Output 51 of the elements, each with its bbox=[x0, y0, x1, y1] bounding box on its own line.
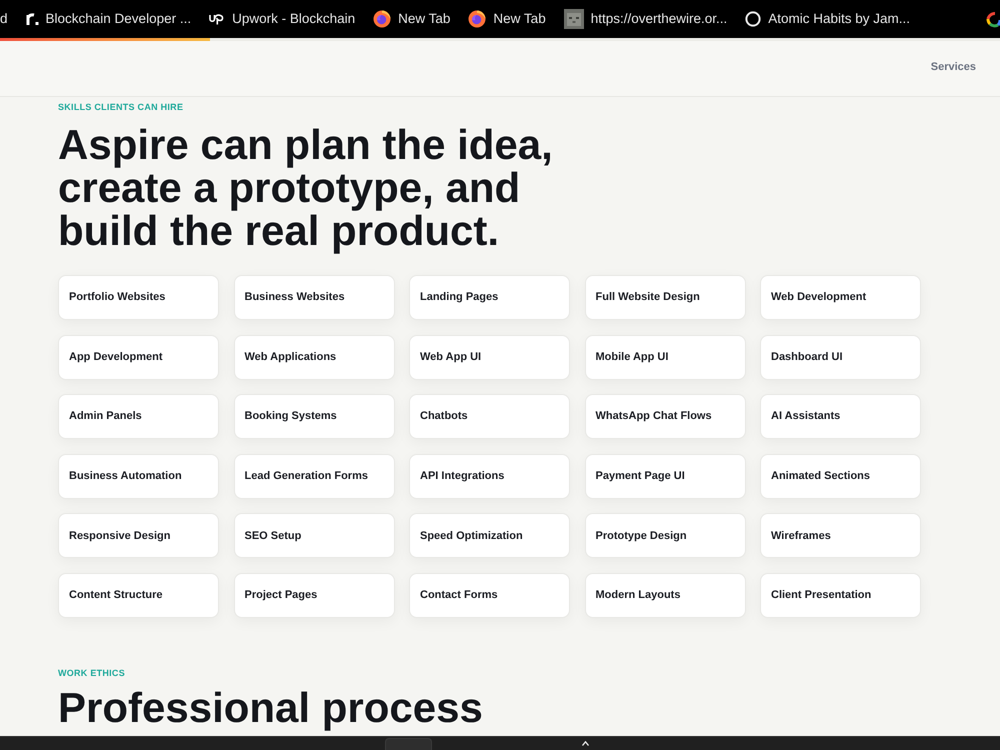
skill-card: Speed Optimization bbox=[409, 513, 570, 558]
skill-card: Modern Layouts bbox=[584, 572, 746, 618]
bookmark-link[interactable]: Upwork - Blockchain bbox=[209, 10, 356, 28]
bookmark-link[interactable]: d bbox=[0, 10, 8, 28]
section-eyebrow: SKILLS CLIENTS CAN HIRE bbox=[58, 102, 184, 112]
skill-card: Dashboard UI bbox=[760, 334, 921, 380]
logo-icon bbox=[26, 12, 39, 26]
section-heading: Professional process bbox=[58, 682, 483, 733]
skill-card: Web Applications bbox=[234, 334, 394, 380]
bookmark-link[interactable]: New Tab bbox=[468, 10, 546, 28]
section-eyebrow: WORK ETHICS bbox=[58, 668, 125, 678]
bookmark-link[interactable]: New Tab bbox=[373, 10, 450, 28]
skill-card: Animated Sections bbox=[760, 454, 921, 499]
skill-card: Content Structure bbox=[58, 572, 219, 618]
logo-icon bbox=[209, 13, 226, 25]
bookmark-link[interactable]: Blockchain Developer ... bbox=[26, 10, 192, 28]
skill-card: API Integrations bbox=[409, 454, 570, 499]
browser-icon bbox=[468, 10, 486, 28]
thumbnail-icon bbox=[564, 9, 584, 29]
skill-card: Admin Panels bbox=[58, 394, 219, 440]
skill-card: Business Automation bbox=[58, 454, 219, 499]
skill-card: Business Websites bbox=[234, 275, 394, 320]
skill-card: Landing Pages bbox=[409, 275, 570, 320]
taskbar-button[interactable] bbox=[385, 738, 432, 750]
skill-card: Booking Systems bbox=[234, 394, 394, 440]
skill-card: Contact Forms bbox=[409, 572, 570, 618]
skill-card: Project Pages bbox=[234, 572, 394, 618]
skill-card: App Development bbox=[58, 334, 219, 380]
skill-card: SEO Setup bbox=[234, 513, 394, 558]
skill-card: Client Presentation bbox=[760, 572, 921, 618]
skill-card: Payment Page UI bbox=[584, 454, 746, 499]
skill-card: AI Assistants bbox=[760, 394, 921, 440]
circle-icon bbox=[745, 11, 762, 27]
bookmark-link[interactable]: Atomic Habits by Jam... bbox=[745, 10, 910, 28]
bookmark-link[interactable]: https://overthewire.or... bbox=[564, 9, 728, 29]
skill-card: Lead Generation Forms bbox=[234, 454, 394, 499]
section-heading: Aspire can plan the idea, create a prototype, and build the real product. bbox=[58, 123, 554, 252]
skill-card: Web Development bbox=[760, 275, 921, 320]
skill-card: Chatbots bbox=[409, 394, 570, 440]
skill-card: Responsive Design bbox=[58, 513, 219, 558]
skill-card: Prototype Design bbox=[584, 513, 746, 558]
skill-card: Full Website Design bbox=[584, 275, 746, 320]
skill-card: Web App UI bbox=[409, 334, 570, 380]
browser-icon bbox=[373, 10, 392, 28]
skill-card: Portfolio Websites bbox=[58, 275, 219, 320]
multicolor-ring-icon bbox=[986, 10, 1000, 28]
skill-card: Wireframes bbox=[760, 513, 921, 558]
skill-card: Mobile App UI bbox=[584, 334, 746, 380]
nav-link[interactable]: Services bbox=[930, 58, 976, 76]
chevron-icon bbox=[582, 741, 589, 746]
skill-card: WhatsApp Chat Flows bbox=[584, 394, 746, 440]
